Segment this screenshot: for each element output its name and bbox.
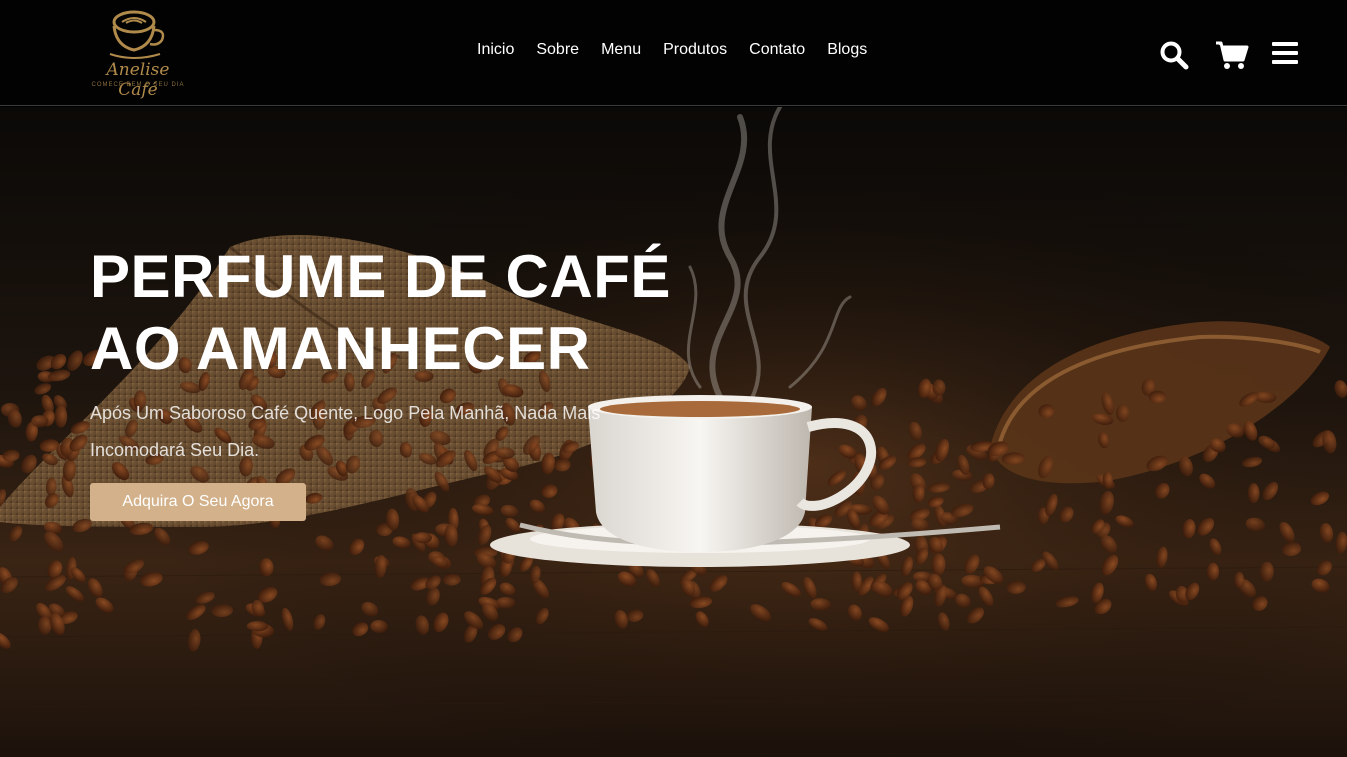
nav-item-inicio[interactable]: Inicio: [477, 41, 514, 59]
logo-tagline: COMECE BEM O SEU DIA: [91, 82, 185, 88]
hero-subtitle: Após Um Saboroso Café Quente, Logo Pela …: [90, 403, 601, 460]
hero-section: PERFUME DE CAFÉ AO AMANHECER Após Um Sab…: [0, 107, 1347, 757]
nav-item-menu[interactable]: Menu: [601, 41, 641, 59]
header-actions: [1159, 40, 1303, 70]
hero-title-line-2: AO AMANHECER: [90, 315, 591, 382]
coffee-cup-logo-icon: [109, 10, 165, 59]
buy-now-button[interactable]: Adquira O Seu Agora: [90, 483, 306, 521]
cart-icon[interactable]: [1215, 40, 1249, 70]
coffee-bean: [1148, 390, 1167, 404]
nav-item-sobre[interactable]: Sobre: [536, 41, 579, 59]
search-icon[interactable]: [1159, 40, 1191, 70]
hero-title: PERFUME DE CAFÉ AO AMANHECER: [90, 241, 690, 385]
coffee-bean: [1234, 571, 1245, 589]
main-nav: Inicio Sobre Menu Produtos Contato Blogs: [477, 41, 867, 59]
nav-item-blogs[interactable]: Blogs: [827, 41, 867, 59]
nav-item-contato[interactable]: Contato: [749, 41, 805, 59]
site-header: Anelise Café COMECE BEM O SEU DIA Inicio…: [0, 0, 1347, 106]
menu-icon[interactable]: [1271, 40, 1303, 70]
hero-title-line-1: PERFUME DE CAFÉ: [90, 243, 671, 310]
logo-brand-text: Anelise Café: [106, 60, 170, 100]
coffee-bean: [1247, 483, 1260, 504]
coffee-bean: [54, 405, 68, 428]
site-logo[interactable]: Anelise Café COMECE BEM O SEU DIA: [88, 8, 188, 100]
coffee-bean: [1116, 404, 1130, 422]
nav-item-produtos[interactable]: Produtos: [663, 41, 727, 59]
